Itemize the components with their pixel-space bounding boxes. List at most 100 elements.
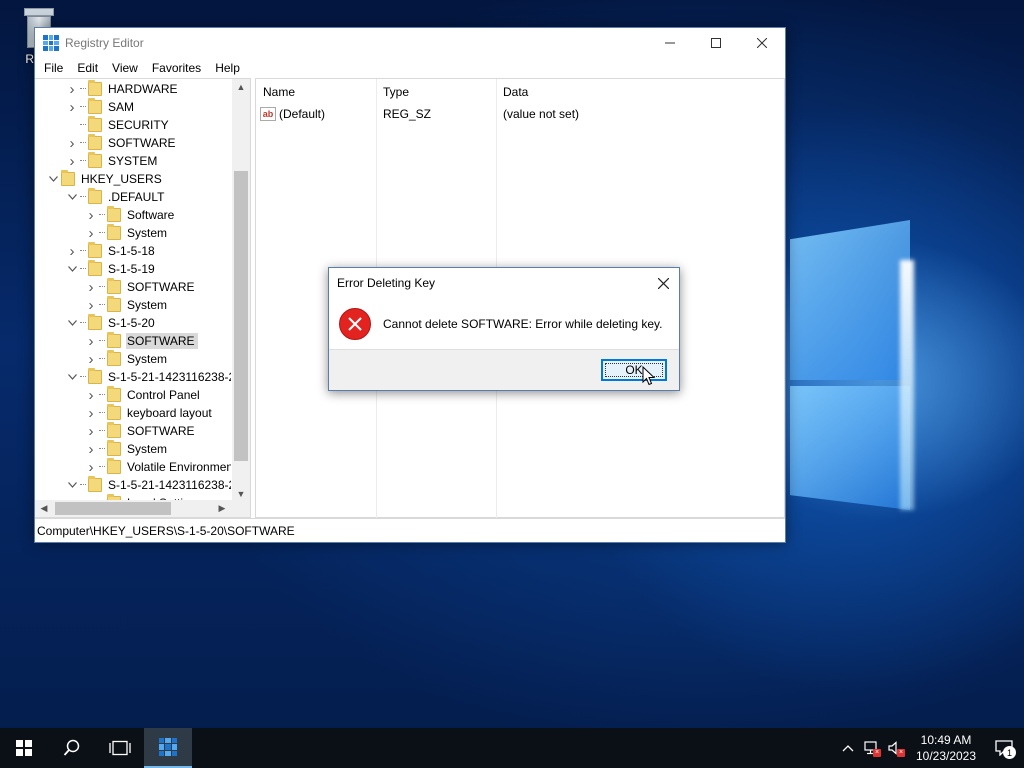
tree-item[interactable]: › SOFTWARE <box>64 134 179 152</box>
tree-item[interactable]: › HARDWARE <box>64 80 181 98</box>
column-header-name[interactable]: Name <box>263 85 295 99</box>
tree-connector <box>80 260 86 269</box>
folder-icon <box>107 296 121 312</box>
search-button[interactable] <box>48 728 96 768</box>
registry-tree-pane[interactable]: › HARDWARE › SAM SECURITY › SOFTWARE › SYSTEM HKE… <box>35 78 251 518</box>
title-bar[interactable]: Registry Editor <box>35 28 785 58</box>
tree-item[interactable]: › Software <box>83 206 177 224</box>
scroll-right-icon[interactable]: ▶ <box>213 500 231 516</box>
tree-item[interactable]: › Control Panel <box>83 386 203 404</box>
window-title: Registry Editor <box>65 36 144 50</box>
chevron-down-icon[interactable] <box>64 188 80 206</box>
chevron-down-icon[interactable] <box>64 476 80 494</box>
close-icon <box>657 277 669 289</box>
folder-icon <box>88 98 102 114</box>
value-data: (value not set) <box>503 107 580 121</box>
chevron-right-icon[interactable]: › <box>83 278 99 296</box>
maximize-button[interactable] <box>693 28 739 58</box>
chevron-right-icon[interactable]: › <box>83 350 99 368</box>
chevron-right-icon[interactable]: › <box>83 458 99 476</box>
chevron-down-icon[interactable] <box>45 170 61 188</box>
dialog-close-button[interactable] <box>647 268 679 298</box>
chevron-right-icon[interactable]: › <box>64 134 80 152</box>
chevron-right-icon[interactable]: › <box>64 242 80 260</box>
chevron-right-icon[interactable]: › <box>83 386 99 404</box>
tree-item[interactable]: › System <box>83 296 170 314</box>
tree-item[interactable]: › System <box>83 224 170 242</box>
chevron-down-icon[interactable] <box>64 260 80 278</box>
show-hidden-icons-button[interactable] <box>836 728 860 768</box>
scroll-left-icon[interactable]: ◀ <box>35 500 53 516</box>
tree-connector <box>80 134 86 143</box>
tree-item[interactable]: › SYSTEM <box>64 152 160 170</box>
tree-item[interactable]: › SOFTWARE <box>83 332 198 350</box>
volume-button[interactable]: × <box>884 728 908 768</box>
tree-item[interactable]: HKEY_USERS <box>45 170 165 188</box>
mouse-cursor-icon <box>642 366 656 386</box>
chevron-right-icon[interactable]: › <box>64 152 80 170</box>
menu-favorites[interactable]: Favorites <box>145 61 208 75</box>
tree-item[interactable]: › SOFTWARE <box>83 422 198 440</box>
chevron-right-icon[interactable]: › <box>83 296 99 314</box>
tree-item[interactable]: S-1-5-21-1423116238-252 <box>64 476 231 494</box>
tree-item[interactable]: › System <box>83 350 170 368</box>
chevron-right-icon[interactable]: › <box>83 224 99 242</box>
task-view-button[interactable] <box>96 728 144 768</box>
tree-horizontal-scrollbar[interactable]: ◀ ▶ <box>35 500 250 517</box>
tree-item-label: Software <box>127 208 175 222</box>
value-row[interactable]: ab (Default) REG_SZ (value not set) <box>256 105 784 123</box>
chevron-right-icon[interactable]: › <box>83 206 99 224</box>
chevron-down-icon[interactable] <box>64 368 80 386</box>
tree-item-label: SAM <box>108 100 135 114</box>
tree-horizontal-scroll-thumb[interactable] <box>55 502 171 515</box>
taskbar-registry-editor[interactable] <box>144 728 192 768</box>
chevron-right-icon[interactable]: › <box>64 80 80 98</box>
chevron-right-icon[interactable]: › <box>83 422 99 440</box>
chevron-down-icon[interactable] <box>64 314 80 332</box>
tree-item-label: SECURITY <box>108 118 169 132</box>
network-status-button[interactable]: × <box>860 728 884 768</box>
tree-connector <box>80 80 86 89</box>
scroll-up-icon[interactable]: ▲ <box>232 79 250 95</box>
chevron-right-icon[interactable]: › <box>64 98 80 116</box>
column-header-type[interactable]: Type <box>383 85 409 99</box>
minimize-button[interactable] <box>647 28 693 58</box>
tree-item[interactable]: › keyboard layout <box>83 404 215 422</box>
close-button[interactable] <box>739 28 785 58</box>
menu-file[interactable]: File <box>37 61 70 75</box>
tree-item[interactable]: › SAM <box>64 98 137 116</box>
tree-item[interactable]: › S-1-5-18 <box>64 242 158 260</box>
dialog-title: Error Deleting Key <box>337 276 436 290</box>
clock[interactable]: 10:49 AM 10/23/2023 <box>908 732 984 764</box>
error-icon <box>339 308 371 340</box>
menu-edit[interactable]: Edit <box>70 61 105 75</box>
tree-item[interactable]: › Volatile Environment <box>83 458 231 476</box>
tree-connector <box>99 278 105 287</box>
chevron-right-icon[interactable]: › <box>83 404 99 422</box>
dialog-body: Cannot delete SOFTWARE: Error while dele… <box>329 298 679 350</box>
tree-connector <box>99 224 105 233</box>
tree-vertical-scroll-thumb[interactable] <box>234 171 248 461</box>
menu-view[interactable]: View <box>105 61 145 75</box>
tree-item[interactable]: .DEFAULT <box>64 188 167 206</box>
tree-connector <box>99 458 105 467</box>
tree-item-label: .DEFAULT <box>108 190 165 204</box>
tree-vertical-scrollbar[interactable]: ▲ ▼ <box>232 79 250 502</box>
tree-item[interactable]: › System <box>83 440 170 458</box>
ok-button[interactable]: OK <box>601 359 667 381</box>
folder-icon <box>88 260 102 276</box>
action-center-button[interactable]: 1 <box>984 728 1024 768</box>
tree-connector <box>80 116 86 125</box>
tree-item[interactable]: S-1-5-21-1423116238-252 <box>64 368 231 386</box>
tree-item[interactable]: SECURITY <box>64 116 172 134</box>
menu-help[interactable]: Help <box>208 61 247 75</box>
column-header-data[interactable]: Data <box>503 85 528 99</box>
chevron-right-icon[interactable]: › <box>83 440 99 458</box>
chevron-right-icon[interactable]: › <box>83 332 99 350</box>
start-button[interactable] <box>0 728 48 768</box>
tree-item[interactable]: › SOFTWARE <box>83 278 198 296</box>
tree-item[interactable]: S-1-5-20 <box>64 314 158 332</box>
folder-icon <box>107 350 121 366</box>
tree-item[interactable]: S-1-5-19 <box>64 260 158 278</box>
